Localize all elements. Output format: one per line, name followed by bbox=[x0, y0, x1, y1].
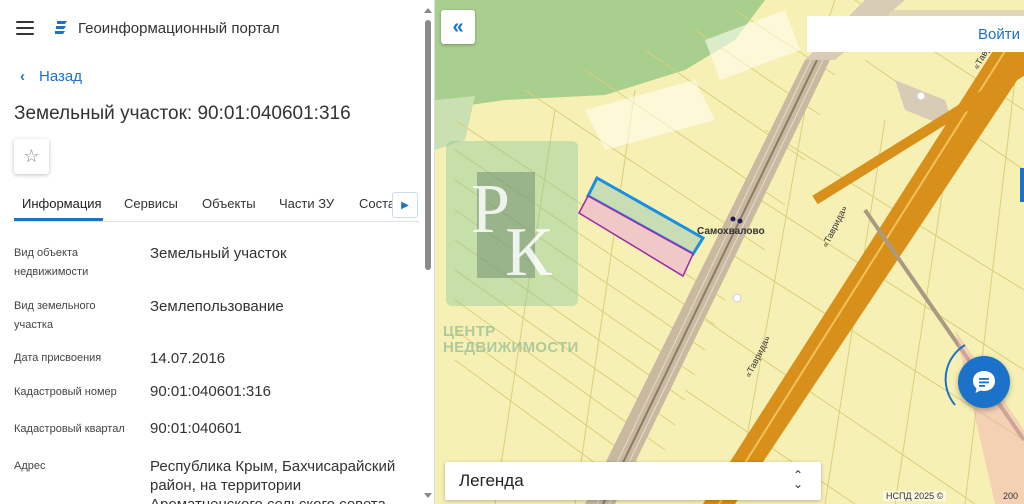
caret-right-icon: ▶ bbox=[401, 199, 409, 211]
login-button[interactable]: Войти bbox=[978, 26, 1020, 43]
property-value: Землепользование bbox=[150, 298, 284, 315]
property-label: Кадастровый квартал bbox=[14, 423, 125, 435]
star-outline-icon: ☆ bbox=[23, 146, 40, 166]
property-value: Земельный участок bbox=[150, 245, 287, 262]
tab-objects[interactable]: Объекты bbox=[202, 196, 256, 211]
login-bar: Войти bbox=[807, 16, 1024, 52]
tab-parcel-parts[interactable]: Части ЗУ bbox=[279, 196, 334, 211]
back-link[interactable]: ‹ Назад bbox=[20, 68, 82, 85]
watermark-text: ЦЕНТР НЕДВИЖИМОСТИ bbox=[443, 323, 579, 356]
tab-composition[interactable]: Соста bbox=[359, 196, 395, 211]
back-label: Назад bbox=[39, 68, 82, 85]
scroll-thumb[interactable] bbox=[425, 20, 431, 270]
chat-icon bbox=[973, 371, 995, 393]
page-title: Земельный участок: 90:01:040601:316 bbox=[14, 103, 351, 124]
panel-scrollbar[interactable] bbox=[424, 8, 432, 498]
property-label: Вид объекта недвижимости bbox=[14, 247, 89, 278]
property-label: Вид земельного участка bbox=[14, 300, 96, 331]
scroll-up-arrow-icon[interactable] bbox=[424, 8, 432, 13]
legend-panel[interactable]: Легенда ⌃ ⌄ bbox=[445, 462, 821, 500]
tab-information[interactable]: Информация bbox=[22, 196, 102, 211]
property-value: 14.07.2016 bbox=[150, 350, 226, 367]
top-bar: Геоинформационный портал bbox=[16, 14, 280, 42]
legend-label: Легенда bbox=[459, 471, 524, 490]
tabs-scroll-right-button[interactable]: ▶ bbox=[392, 192, 418, 218]
double-chevron-left-icon: « bbox=[452, 15, 464, 38]
favorite-button[interactable]: ☆ bbox=[14, 139, 49, 174]
hamburger-icon[interactable] bbox=[16, 21, 34, 35]
watermark-letter-k: К bbox=[505, 214, 552, 291]
place-label: Самохвалово bbox=[697, 226, 765, 237]
map-scale: 200 bbox=[1003, 491, 1019, 501]
portal-title[interactable]: Геоинформационный портал bbox=[78, 20, 280, 37]
map-attribution: НСПД 2025 © bbox=[883, 491, 947, 501]
chevron-left-icon: ‹ bbox=[20, 68, 25, 85]
chevron-up-down-icon[interactable]: ⌃ ⌄ bbox=[793, 469, 803, 490]
property-value: 90:01:040601 bbox=[150, 420, 242, 437]
property-label: Адрес bbox=[14, 460, 46, 472]
tab-bar: Информация Сервисы Объекты Части ЗУ Сост… bbox=[14, 188, 419, 222]
map-view[interactable]: Р К «Таврида» «Таврида» «Тавр» ЦЕНТР НЕД… bbox=[435, 0, 1024, 504]
collapse-panel-button[interactable]: « bbox=[441, 10, 475, 44]
property-value: 90:01:040601:316 bbox=[150, 383, 271, 400]
chat-button[interactable] bbox=[958, 356, 1010, 408]
app-root: Геоинформационный портал ‹ Назад Земельн… bbox=[0, 0, 1024, 504]
portal-logo-icon[interactable] bbox=[54, 20, 68, 36]
tab-services[interactable]: Сервисы bbox=[124, 196, 178, 211]
property-label: Кадастровый номер bbox=[14, 386, 117, 398]
scroll-down-arrow-icon[interactable] bbox=[424, 493, 432, 498]
property-value: Республика Крым, Бахчисарайский район, н… bbox=[150, 458, 396, 504]
active-tab-indicator bbox=[14, 218, 103, 221]
map-canvas[interactable]: Р К «Таврида» «Таврида» «Тавр» bbox=[435, 0, 1024, 504]
property-label: Дата присвоения bbox=[14, 352, 102, 364]
info-panel: Геоинформационный портал ‹ Назад Земельн… bbox=[0, 0, 435, 504]
